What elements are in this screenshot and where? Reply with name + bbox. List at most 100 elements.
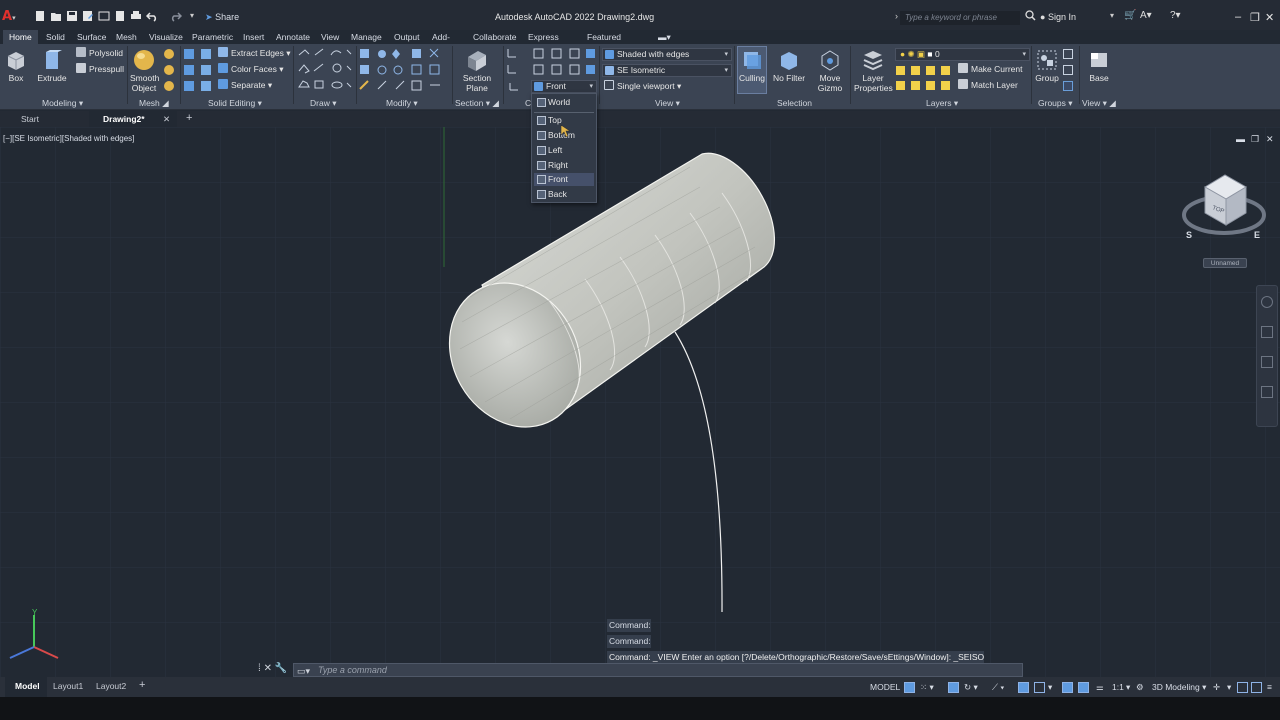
interfere-icon[interactable]	[201, 65, 211, 75]
signin-dropdown-icon[interactable]: ▾	[1110, 11, 1114, 20]
drawing-viewport[interactable]: Y TOP S E [−][SE Isometric][Shaded with …	[0, 127, 1280, 677]
minimize-button[interactable]: –	[1235, 11, 1241, 23]
color-faces-button[interactable]: Color Faces ▾	[218, 63, 283, 76]
ucs-named-combo[interactable]: Front ▾	[531, 80, 597, 93]
modify-tools-grid[interactable]	[358, 47, 450, 93]
panel-label-draw[interactable]: Draw ▾	[310, 98, 336, 109]
orbit-icon[interactable]	[1261, 386, 1273, 398]
tab-add-ins[interactable]: Add-ins	[432, 30, 450, 52]
tab-manage[interactable]: Manage	[351, 30, 382, 44]
tab-output[interactable]: Output	[394, 30, 420, 44]
dropdown-item-back[interactable]: Back	[534, 188, 594, 201]
fullscreen-icon[interactable]	[1251, 682, 1262, 693]
search-input[interactable]: Type a keyword or phrase	[900, 11, 1020, 25]
polysolid-button[interactable]: Polysolid	[76, 47, 123, 60]
tab-annotate[interactable]: Annotate	[276, 30, 310, 44]
command-input[interactable]: ▭▾ Type a command	[293, 663, 1023, 677]
plot-icon[interactable]	[130, 10, 142, 22]
save-as-icon[interactable]	[82, 10, 94, 22]
close-command-icon[interactable]: ✕	[264, 663, 272, 674]
panel-label-view[interactable]: View ▾	[655, 98, 680, 109]
layout-tab-model[interactable]: Model	[15, 681, 40, 691]
ucs-name-menu[interactable]: Unnamed	[1203, 258, 1247, 268]
help-icon[interactable]: ?▾	[1170, 10, 1181, 21]
layer-tools-grid[interactable]	[895, 64, 951, 92]
visual-style-combo[interactable]: Shaded with edges ▾	[602, 48, 732, 61]
layout-tab-layout2[interactable]: Layout2	[96, 681, 126, 691]
dropdown-item-front[interactable]: Front	[534, 173, 594, 186]
cart-icon[interactable]: 🛒	[1124, 10, 1136, 21]
save-icon[interactable]	[66, 10, 78, 22]
osnap-dropdown-icon[interactable]: ▾	[1048, 682, 1052, 693]
tab-surface[interactable]: Surface	[77, 30, 106, 44]
units-icon[interactable]: ✛	[1213, 682, 1220, 693]
move-gizmo-button[interactable]: Move Gizmo	[814, 49, 846, 93]
command-window-grip[interactable]: ⁞ ✕ 🔧	[258, 663, 294, 677]
new-file-icon[interactable]	[34, 10, 46, 22]
view-preset-combo[interactable]: SE Isometric ▾	[602, 64, 732, 77]
close-button[interactable]: ✕	[1265, 11, 1274, 24]
layout-tab-layout1[interactable]: Layout1	[53, 681, 83, 691]
workspace-gear-icon[interactable]: ⚙	[1136, 682, 1144, 693]
separate-button[interactable]: Separate ▾	[218, 79, 272, 92]
mesh-refine-icon[interactable]	[164, 81, 174, 91]
slice-icon[interactable]	[201, 49, 211, 59]
autodesk-account-icon[interactable]: A▾	[1140, 10, 1152, 21]
section-plane-button[interactable]: Section Plane	[461, 49, 493, 93]
annotation-visibility-icon[interactable]	[1062, 682, 1073, 693]
presspull-button[interactable]: Presspull	[76, 63, 124, 76]
dropdown-item-right[interactable]: Right	[534, 159, 594, 172]
panel-label-view-base[interactable]: View ▾ ◢	[1082, 98, 1116, 109]
panel-label-groups[interactable]: Groups ▾	[1038, 98, 1073, 109]
isodraft-icon[interactable]: ⟋ ▾	[992, 682, 1004, 693]
share-button[interactable]: ➤ Share	[205, 12, 239, 23]
extract-edges-button[interactable]: Extract Edges ▾	[218, 47, 291, 60]
group-selection-icon[interactable]	[1063, 81, 1073, 91]
tab-express-tools[interactable]: Express Tools	[528, 30, 559, 52]
tab-solid[interactable]: Solid	[46, 30, 65, 44]
model-space-canvas[interactable]: Y TOP S E	[0, 127, 1280, 677]
tab-view[interactable]: View	[321, 30, 339, 44]
base-view-button[interactable]: Base	[1086, 49, 1112, 83]
viewport-close-icon[interactable]: ✕	[1266, 134, 1274, 145]
tab-insert[interactable]: Insert	[243, 30, 264, 44]
object-snap-icon[interactable]	[1034, 682, 1045, 693]
grid-display-icon[interactable]	[904, 682, 915, 693]
web-mobile-icon[interactable]	[98, 10, 110, 22]
restore-button[interactable]: ❐	[1250, 11, 1260, 24]
box-button[interactable]: Box	[4, 49, 28, 83]
tab-collaborate[interactable]: Collaborate	[473, 30, 516, 44]
group-button[interactable]: Group	[1034, 49, 1060, 83]
union-icon[interactable]	[184, 49, 194, 59]
recent-commands-icon[interactable]: ▭▾	[297, 665, 310, 677]
annotation-scale[interactable]: 1:1	[1112, 682, 1124, 692]
viewport-controls-label[interactable]: [−][SE Isometric][Shaded with edges]	[3, 134, 134, 143]
zoom-icon[interactable]	[1261, 356, 1273, 368]
isolate-objects-icon[interactable]	[1237, 682, 1248, 693]
fillet-edge-icon[interactable]	[201, 81, 211, 91]
qat-dropdown-icon[interactable]: ▾	[190, 10, 202, 22]
layer-properties-button[interactable]: Layer Properties	[854, 49, 893, 93]
customize-status-icon[interactable]: ▾	[1227, 682, 1231, 693]
model-space-toggle[interactable]: MODEL	[870, 682, 900, 692]
tab-featured-apps[interactable]: Featured Apps	[587, 30, 621, 52]
layer-combo[interactable]: ● ✺ ▣ ■ 0 ▾	[895, 48, 1030, 61]
panel-label-modify[interactable]: Modify ▾	[386, 98, 418, 109]
culling-button[interactable]: Culling	[737, 46, 767, 94]
ribbon-options-icon[interactable]: ▬▾	[658, 30, 671, 44]
pan-icon[interactable]	[1261, 326, 1273, 338]
intersect-icon[interactable]	[184, 81, 194, 91]
group-edit-icon[interactable]	[1063, 65, 1073, 75]
scale-dropdown-icon[interactable]: ▾	[1126, 682, 1130, 693]
open-file-icon[interactable]	[50, 10, 62, 22]
panel-label-modeling[interactable]: Modeling ▾	[42, 98, 83, 109]
customize-icon[interactable]: 🔧	[275, 663, 287, 674]
panel-label-mesh[interactable]: Mesh ◢	[139, 98, 169, 109]
sign-in-button[interactable]: ● Sign In	[1040, 12, 1076, 22]
panel-label-layers[interactable]: Layers ▾	[926, 98, 958, 109]
snap-mode-icon[interactable]: ⁙ ▾	[920, 682, 934, 693]
viewport-minimize-icon[interactable]: ▬	[1236, 134, 1245, 144]
file-tab-start[interactable]: Start	[21, 114, 39, 124]
tab-home[interactable]: Home	[3, 30, 38, 44]
mesh-smooth-less-icon[interactable]	[164, 65, 174, 75]
